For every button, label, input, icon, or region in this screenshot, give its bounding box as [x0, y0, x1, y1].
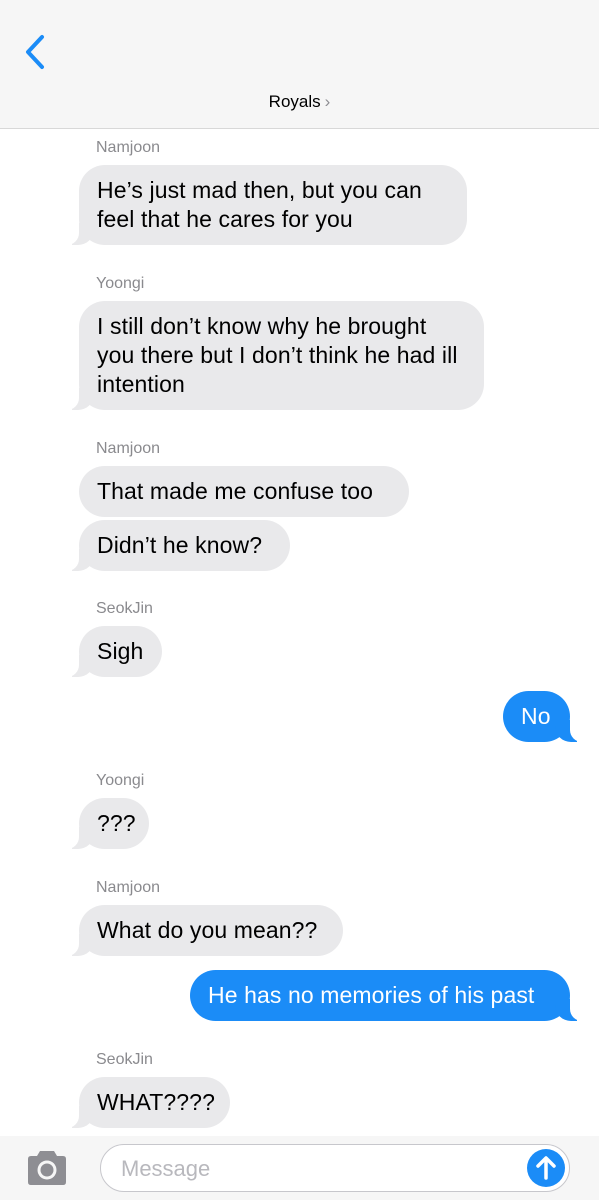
arrow-up-icon [536, 1156, 556, 1180]
avatar[interactable] [20, 202, 64, 246]
incoming-message-bubble[interactable]: He’s just mad then, but you can feel tha… [63, 165, 467, 245]
message-composer [0, 1136, 599, 1200]
outgoing-message-bubble[interactable]: He has no memories of his past [190, 970, 586, 1021]
avatar [336, 28, 394, 86]
message-text: He has no memories of his past [208, 982, 535, 1008]
message-input[interactable] [119, 1151, 513, 1187]
incoming-message-bubble[interactable]: That made me confuse too [79, 466, 409, 517]
camera-button[interactable] [24, 1150, 70, 1186]
chevron-left-icon [26, 35, 44, 69]
message-text: No [521, 703, 551, 729]
group-name[interactable]: Royals › [0, 92, 599, 112]
message-text: Sigh [97, 638, 144, 664]
back-button[interactable] [22, 34, 48, 70]
sender-name: Namjoon [96, 440, 161, 457]
sender-name: Yoongi [96, 772, 145, 789]
avatar[interactable] [20, 806, 64, 850]
avatar[interactable] [20, 913, 64, 957]
message-text: That made me confuse too [97, 478, 373, 504]
message-text: Didn’t he know? [97, 532, 263, 558]
conversation-header: Royals › [0, 0, 599, 129]
incoming-message-bubble[interactable]: Sigh [63, 626, 162, 677]
message-text: What do you mean?? [97, 917, 318, 943]
sender-name: SeokJin [96, 1051, 153, 1068]
avatar[interactable] [20, 634, 64, 678]
message-text: I still don’t know why he brought you th… [97, 313, 458, 397]
sender-name: Namjoon [96, 879, 161, 896]
sender-name: SeokJin [96, 600, 153, 617]
message-text: He’s just mad then, but you can feel tha… [97, 177, 422, 232]
incoming-message-bubble[interactable]: Didn’t he know? [63, 520, 290, 571]
camera-icon [28, 1151, 66, 1185]
avatar[interactable] [20, 1085, 64, 1129]
sender-name: Namjoon [96, 139, 161, 156]
avatar[interactable] [20, 367, 64, 411]
incoming-message-bubble[interactable]: ??? [63, 798, 149, 849]
sender-name: Yoongi [96, 275, 145, 292]
group-avatars[interactable] [206, 28, 396, 88]
outgoing-message-bubble[interactable]: No [503, 691, 586, 742]
message-text: ??? [97, 810, 136, 836]
incoming-message-bubble[interactable]: WHAT???? [63, 1077, 230, 1128]
chevron-right-icon: › [324, 92, 331, 111]
send-button[interactable] [527, 1149, 565, 1187]
message-text: WHAT???? [97, 1089, 215, 1115]
incoming-message-bubble[interactable]: What do you mean?? [63, 905, 343, 956]
avatar[interactable] [20, 527, 64, 571]
incoming-message-bubble[interactable]: I still don’t know why he brought you th… [63, 301, 484, 410]
group-name-label: Royals [268, 92, 321, 111]
message-field-container [100, 1144, 570, 1192]
